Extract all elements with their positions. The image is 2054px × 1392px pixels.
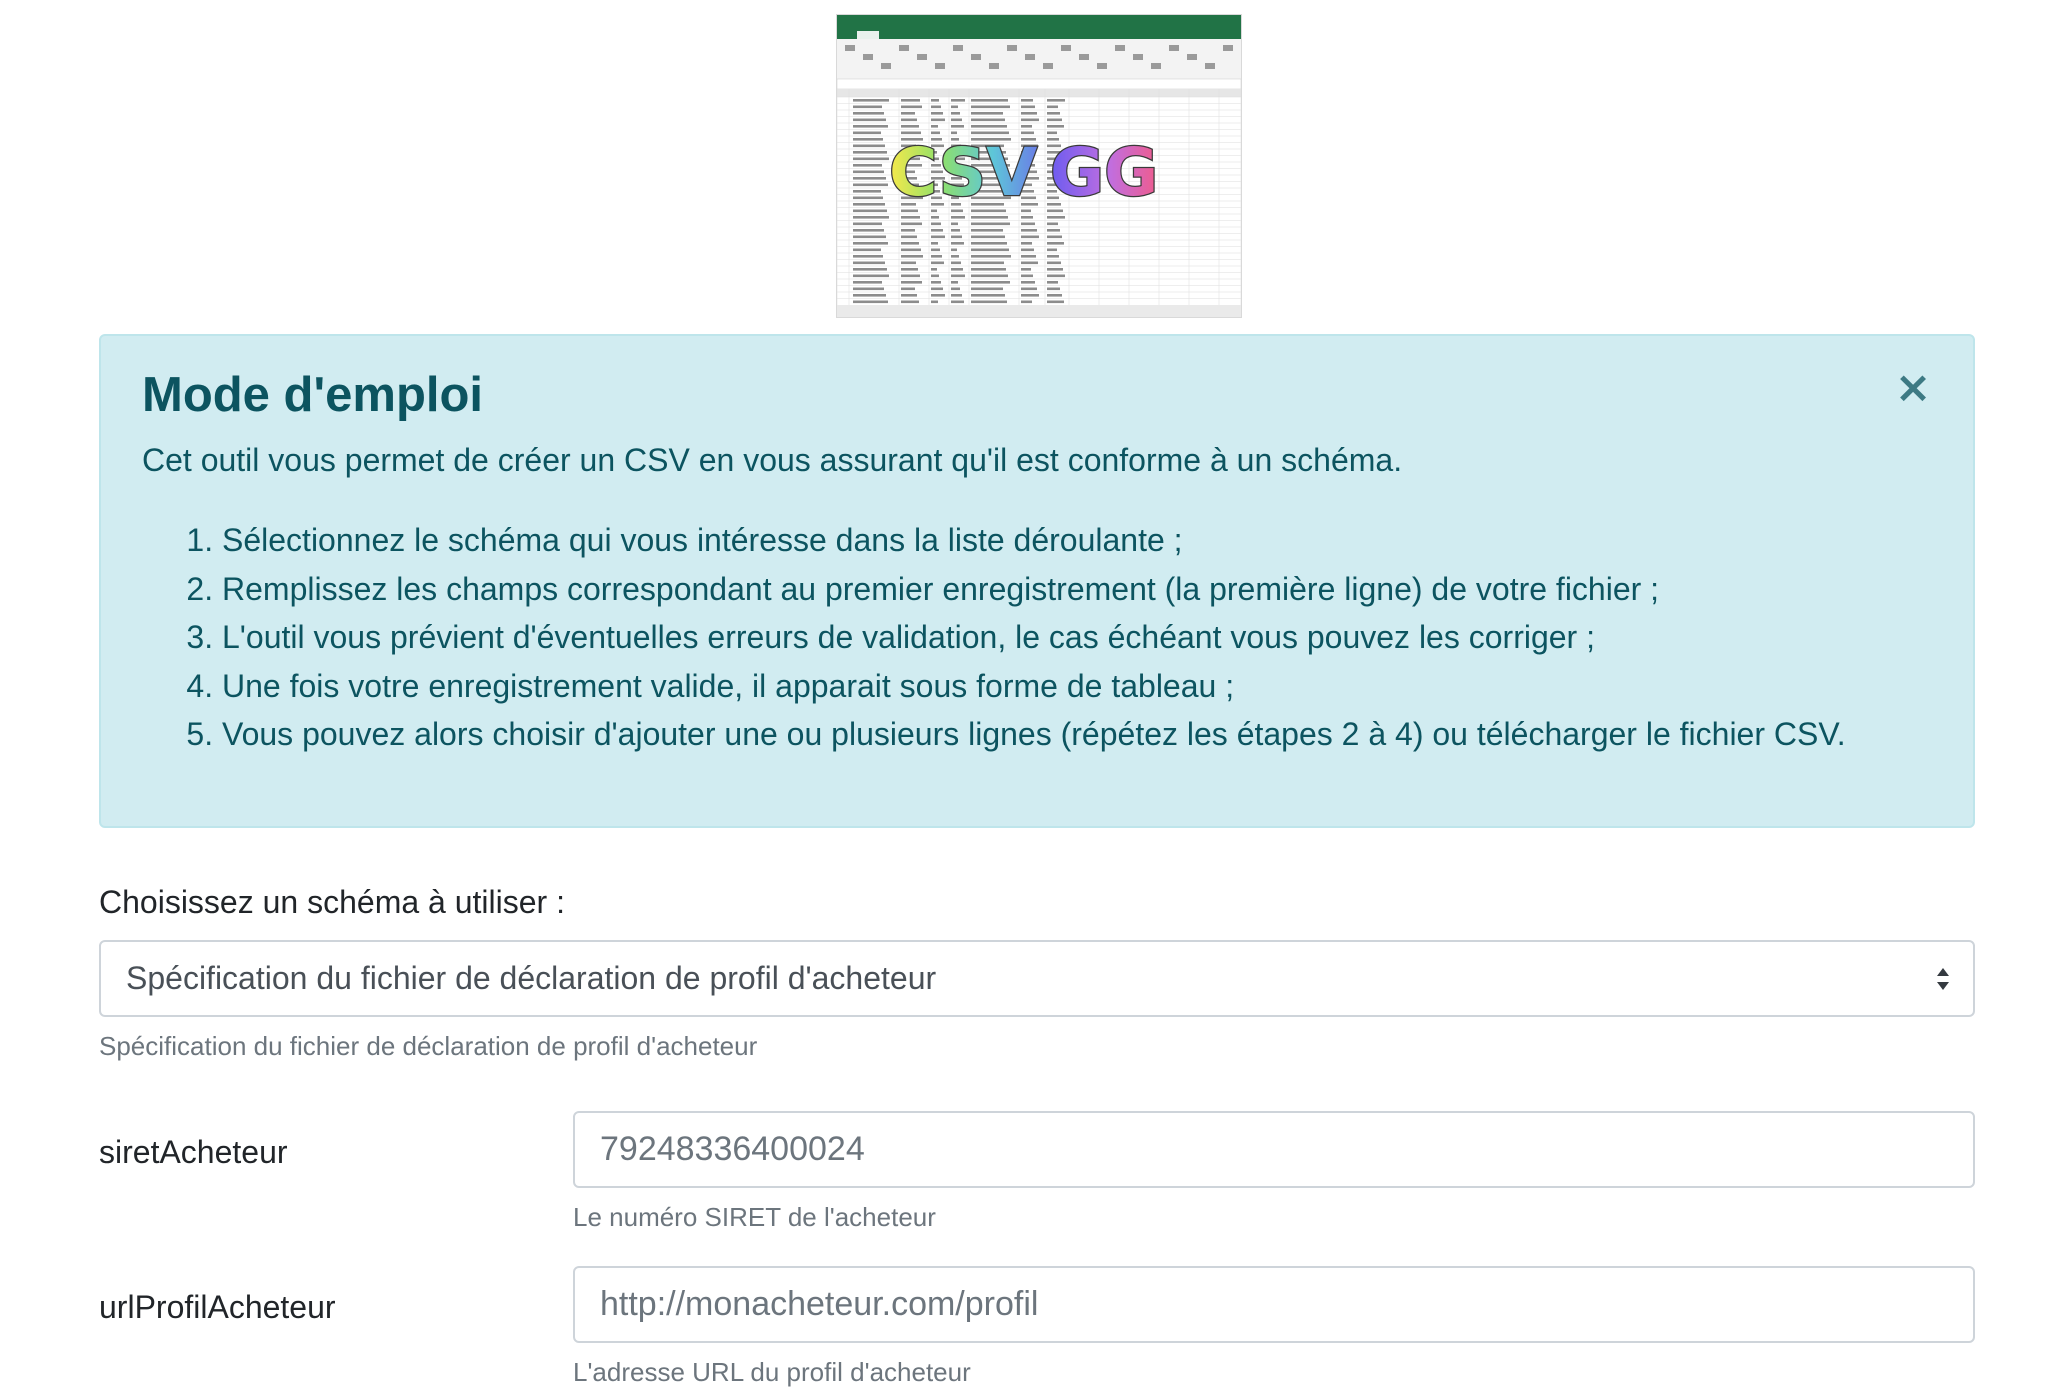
- instructions-step: Sélectionnez le schéma qui vous intéress…: [222, 516, 2002, 565]
- siret-acheteur-input[interactable]: [573, 1111, 1975, 1188]
- logo-text-csv: CSV: [889, 134, 1037, 211]
- schema-select[interactable]: Spécification du fichier de déclaration …: [99, 940, 1975, 1017]
- schema-help-text: Spécification du fichier de déclaration …: [99, 1031, 758, 1061]
- url-profil-acheteur-label: urlProfilAcheteur: [99, 1289, 336, 1325]
- instructions-steps: Sélectionnez le schéma qui vous intéress…: [142, 516, 2002, 759]
- csvgg-logo: CSV GG: [836, 14, 1242, 318]
- siret-acheteur-help: Le numéro SIRET de l'acheteur: [573, 1202, 936, 1232]
- instructions-step: Vous pouvez alors choisir d'ajouter une …: [222, 710, 2002, 759]
- schema-select-label: Choisissez un schéma à utiliser :: [99, 884, 565, 920]
- url-profil-acheteur-help: L'adresse URL du profil d'acheteur: [573, 1357, 971, 1387]
- instructions-intro: Cet outil vous permet de créer un CSV en…: [142, 442, 1403, 478]
- instructions-step: L'outil vous prévient d'éventuelles erre…: [222, 613, 2002, 662]
- schema-select-value: Spécification du fichier de déclaration …: [126, 960, 937, 996]
- page: CSV GG Mode d'emploi × Cet outil vous pe…: [0, 0, 2054, 1392]
- spreadsheet-logo-image: CSV GG: [837, 15, 1241, 317]
- close-icon[interactable]: ×: [1889, 364, 1937, 412]
- url-profil-acheteur-input[interactable]: [573, 1266, 1975, 1343]
- select-arrows-icon: [1937, 967, 1949, 990]
- logo-text-gg: GG: [1050, 134, 1158, 211]
- instructions-step: Une fois votre enregistrement valide, il…: [222, 662, 2002, 711]
- instructions-step: Remplissez les champs correspondant au p…: [222, 565, 2002, 614]
- siret-acheteur-label: siretAcheteur: [99, 1134, 288, 1170]
- instructions-alert: Mode d'emploi × Cet outil vous permet de…: [99, 334, 1975, 828]
- instructions-title: Mode d'emploi: [142, 368, 484, 422]
